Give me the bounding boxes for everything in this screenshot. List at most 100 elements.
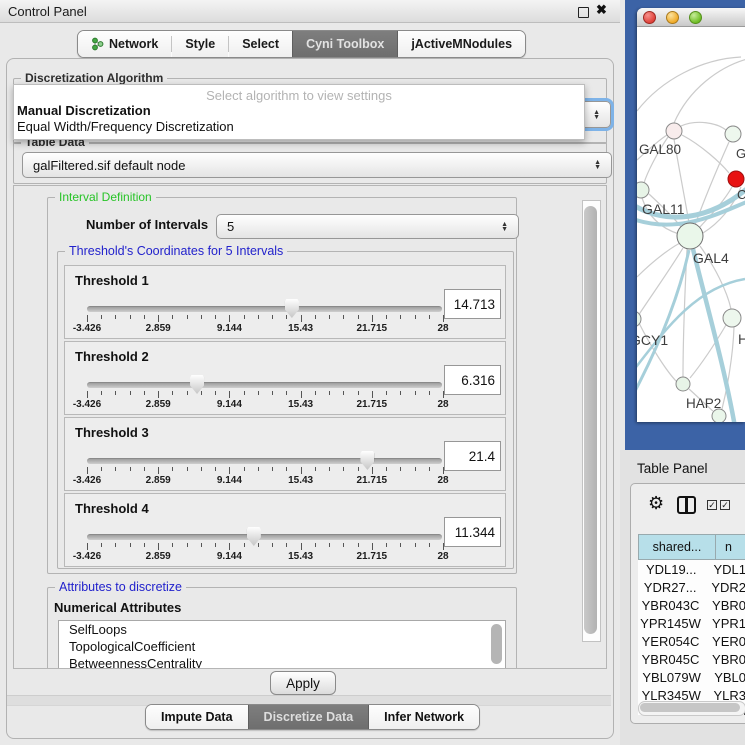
threshold-value-field[interactable]: 11.344 — [444, 517, 501, 547]
tab-cyni-toolbox[interactable]: Cyni Toolbox — [292, 31, 398, 57]
threshold-value-field[interactable]: 21.4 — [444, 441, 501, 471]
table-horizontal-scrollbar[interactable] — [638, 701, 745, 716]
apply-button[interactable]: Apply — [270, 671, 336, 695]
attributes-list-scrollbar[interactable] — [491, 624, 502, 664]
slider-ticks — [87, 391, 443, 399]
number-of-intervals-combobox[interactable]: 5 ▲▼ — [216, 214, 519, 239]
spinner-arrows-icon: ▲▼ — [593, 110, 600, 120]
network-node-label: GCY1 — [637, 332, 668, 348]
threshold-slider-track[interactable] — [87, 306, 442, 312]
table-row[interactable]: YDL19...YDL1 — [638, 560, 745, 578]
cell-name: YDR2 — [702, 580, 745, 595]
network-node[interactable] — [677, 223, 703, 249]
zoom-traffic-light-icon[interactable] — [689, 11, 702, 24]
network-node[interactable] — [676, 377, 690, 391]
settings-scrollbar-thumb[interactable] — [584, 206, 597, 634]
threshold-value-field[interactable]: 6.316 — [444, 365, 501, 395]
interval-definition-title: Interval Definition — [55, 190, 156, 204]
attribute-list-item[interactable]: BetweennessCentrality — [59, 655, 505, 669]
column-header-shared-name[interactable]: shared... — [638, 534, 715, 560]
network-node-label: GAL4 — [693, 250, 729, 266]
network-node[interactable] — [723, 309, 741, 327]
dropdown-option-equal-width[interactable]: Equal Width/Frequency Discretization — [14, 119, 584, 135]
checkbox-icon[interactable]: ✓ — [720, 500, 730, 510]
cell-shared-name: YBL079W — [638, 670, 705, 685]
network-edge[interactable] — [674, 59, 745, 123]
numerical-attributes-list: SelfLoopsTopologicalCoefficientBetweenne… — [58, 620, 506, 669]
table-panel-title: Table Panel — [637, 461, 708, 476]
minimize-traffic-light-icon[interactable] — [666, 11, 679, 24]
network-node[interactable] — [712, 409, 726, 422]
tab-discretize-data[interactable]: Discretize Data — [248, 705, 370, 729]
table-row[interactable]: YBR045CYBR0 — [638, 650, 745, 668]
dropdown-prompt-option[interactable]: Select algorithm to view settings — [14, 85, 584, 103]
network-node[interactable] — [666, 123, 682, 139]
table-panel-area: Table Panel ⚙ ✓ ✓ shared... n YDL19...YD… — [620, 450, 745, 745]
network-node[interactable] — [637, 182, 649, 198]
tab-select[interactable]: Select — [229, 31, 292, 57]
network-canvas[interactable]: GAL80G.CGAL11GAL4GCY1HHAP2 — [637, 27, 745, 422]
network-edge[interactable] — [637, 57, 741, 111]
table-data-combobox[interactable]: galFiltered.sif default node ▲▼ — [22, 152, 612, 178]
tab-network[interactable]: Network — [78, 31, 171, 57]
network-node-label: C — [737, 187, 745, 202]
tab-impute-data-label: Impute Data — [161, 710, 233, 724]
table-body: YDL19...YDL1YDR27...YDR2YBR043CYBR0YPR14… — [638, 560, 745, 715]
network-graph-icon — [91, 37, 104, 51]
tab-impute-data[interactable]: Impute Data — [146, 705, 248, 729]
dropdown-option-manual[interactable]: Manual Discretization — [14, 103, 584, 119]
tab-jactivemnodules-label: jActiveMNodules — [411, 37, 512, 51]
network-node-label: HAP2 — [686, 396, 721, 411]
table-row[interactable]: YPR145WYPR1 — [638, 614, 745, 632]
threshold-slider-track[interactable] — [87, 534, 442, 540]
cell-name: YER0 — [703, 634, 745, 649]
tab-select-label: Select — [242, 37, 279, 51]
network-edge[interactable] — [638, 248, 683, 316]
table-header-row: shared... n — [638, 534, 745, 560]
cell-shared-name: YPR145W — [638, 616, 703, 631]
column-header-name[interactable]: n — [715, 534, 745, 560]
gear-icon[interactable]: ⚙ — [648, 493, 664, 514]
table-scrollbar-thumb[interactable] — [640, 703, 740, 712]
network-edge[interactable] — [682, 135, 729, 173]
network-window: GAL80G.CGAL11GAL4GCY1HHAP2 — [637, 8, 745, 422]
attribute-list-item[interactable]: TopologicalCoefficient — [59, 638, 505, 655]
tab-jactivemnodules[interactable]: jActiveMNodules — [398, 31, 525, 57]
threshold-slider-track[interactable] — [87, 458, 442, 464]
table-row[interactable]: YBL079WYBL0 — [638, 668, 745, 686]
network-window-titlebar[interactable] — [637, 8, 745, 27]
threshold-panel: Threshold 1-3.4262.8599.14415.4321.71528… — [64, 265, 506, 339]
app-screen: Control Panel ✖ Network Style Select Cyn… — [0, 0, 745, 745]
checkbox-icon[interactable]: ✓ — [707, 500, 717, 510]
split-view-icon[interactable] — [677, 496, 696, 514]
close-traffic-light-icon[interactable] — [643, 11, 656, 24]
float-window-icon[interactable] — [578, 7, 589, 18]
network-edge[interactable] — [681, 122, 726, 130]
settings-scrollbar[interactable] — [582, 200, 601, 642]
network-edge[interactable] — [637, 250, 689, 395]
close-icon[interactable]: ✖ — [596, 2, 607, 18]
number-of-intervals-value: 5 — [227, 219, 234, 234]
tab-infer-network[interactable]: Infer Network — [369, 705, 479, 729]
tab-style[interactable]: Style — [172, 31, 228, 57]
cell-name: YBL0 — [705, 670, 745, 685]
network-node[interactable] — [725, 126, 741, 142]
threshold-value-field[interactable]: 14.713 — [444, 289, 501, 319]
attribute-list-item[interactable]: SelfLoops — [59, 621, 505, 638]
slider-ticks — [87, 543, 443, 551]
threshold-slider-track[interactable] — [87, 382, 442, 388]
cell-name: YDL1 — [704, 562, 745, 577]
threshold-panel: Threshold 2-3.4262.8599.14415.4321.71528… — [64, 341, 506, 415]
network-edge[interactable] — [637, 241, 684, 277]
number-of-intervals-label: Number of Intervals — [86, 217, 208, 232]
tab-cyni-toolbox-label: Cyni Toolbox — [306, 37, 384, 51]
tab-style-label: Style — [185, 37, 215, 51]
spinner-arrows-icon: ▲▼ — [594, 160, 601, 170]
table-row[interactable]: YDR27...YDR2 — [638, 578, 745, 596]
table-row[interactable]: YBR043CYBR0 — [638, 596, 745, 614]
cell-shared-name: YBR043C — [638, 598, 703, 613]
node-table: shared... n YDL19...YDL1YDR27...YDR2YBR0… — [638, 534, 745, 715]
numerical-attributes-label: Numerical Attributes — [54, 600, 181, 615]
network-node[interactable] — [728, 171, 744, 187]
table-row[interactable]: YER054CYER0 — [638, 632, 745, 650]
